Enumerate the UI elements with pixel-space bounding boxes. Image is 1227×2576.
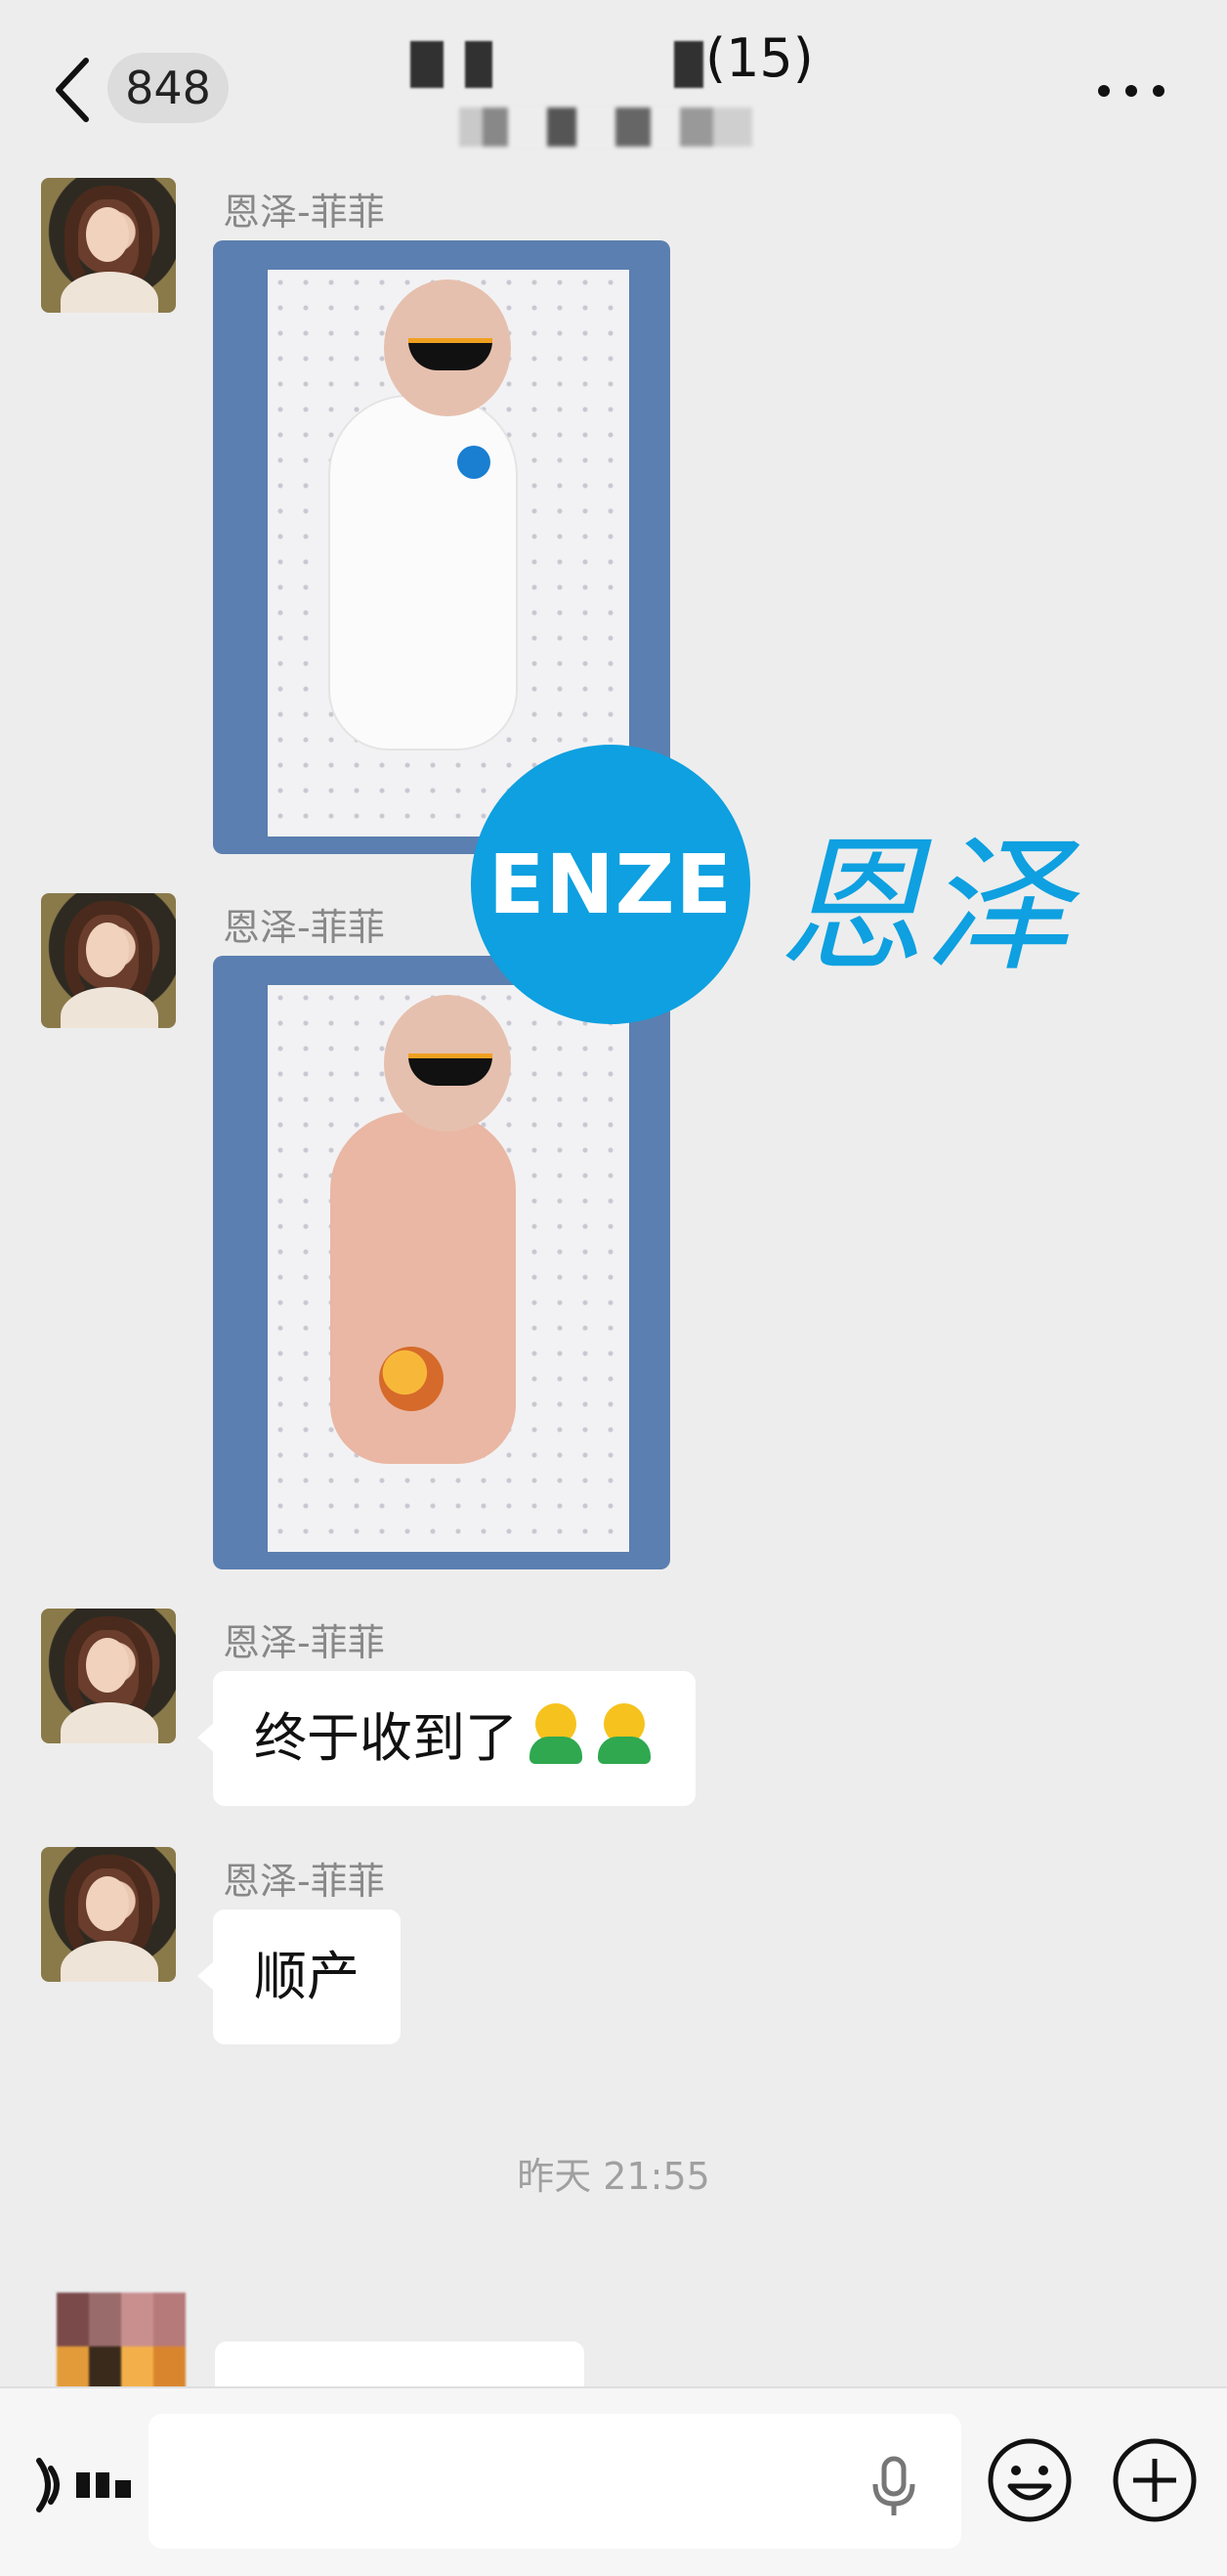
enze-watermark-logo: ENZE — [471, 745, 750, 1024]
voice-icon — [36, 2458, 131, 2512]
image-message[interactable] — [213, 956, 670, 1569]
sender-avatar[interactable] — [41, 1609, 176, 1743]
unread-count-badge[interactable]: 848 — [107, 53, 229, 123]
smiling-figure-emoji-icon — [594, 1703, 655, 1764]
message-timestamp: 昨天 21:55 — [517, 2155, 710, 2198]
member-count: (15) — [705, 27, 814, 89]
sender-avatar[interactable] — [41, 178, 176, 313]
emoji-icon — [988, 2438, 1072, 2522]
redacted-avatar[interactable] — [57, 2293, 186, 2400]
sender-avatar[interactable] — [41, 1847, 176, 1982]
redacted-group-name — [410, 41, 723, 88]
sender-name: 恩泽-菲菲 — [223, 1621, 385, 1664]
emoji-button[interactable] — [987, 2437, 1073, 2523]
input-bar — [0, 2386, 1227, 2576]
sender-name: 恩泽-菲菲 — [223, 191, 385, 234]
voice-toggle-button[interactable] — [29, 2441, 137, 2529]
message-text: 顺产 — [254, 1946, 360, 2007]
enze-watermark-text: 恩泽 — [778, 822, 1072, 992]
back-button[interactable] — [47, 51, 106, 129]
mic-button[interactable] — [869, 2455, 918, 2517]
plus-button[interactable] — [1112, 2437, 1198, 2523]
chat-title: (15) — [371, 21, 860, 147]
smiling-figure-emoji-icon — [526, 1703, 586, 1764]
horse-sticker — [379, 1347, 444, 1411]
plus-icon — [1113, 2438, 1197, 2522]
sender-name: 恩泽-菲菲 — [223, 906, 385, 949]
mic-icon — [872, 2456, 915, 2515]
sender-avatar[interactable] — [41, 893, 176, 1028]
message-input[interactable] — [148, 2414, 961, 2549]
more-button[interactable] — [1092, 76, 1170, 106]
redacted-subtitle — [459, 107, 752, 147]
sender-name: 恩泽-菲菲 — [223, 1860, 385, 1903]
text-bubble[interactable]: 顺产 — [197, 1910, 401, 2044]
text-bubble[interactable]: 终于收到了 — [197, 1671, 696, 1806]
chat-header: 848 (15) — [0, 0, 1227, 172]
more-dots-icon — [1098, 85, 1164, 97]
chevron-left-icon — [56, 58, 89, 122]
message-text: 终于收到了 — [254, 1707, 518, 1769]
